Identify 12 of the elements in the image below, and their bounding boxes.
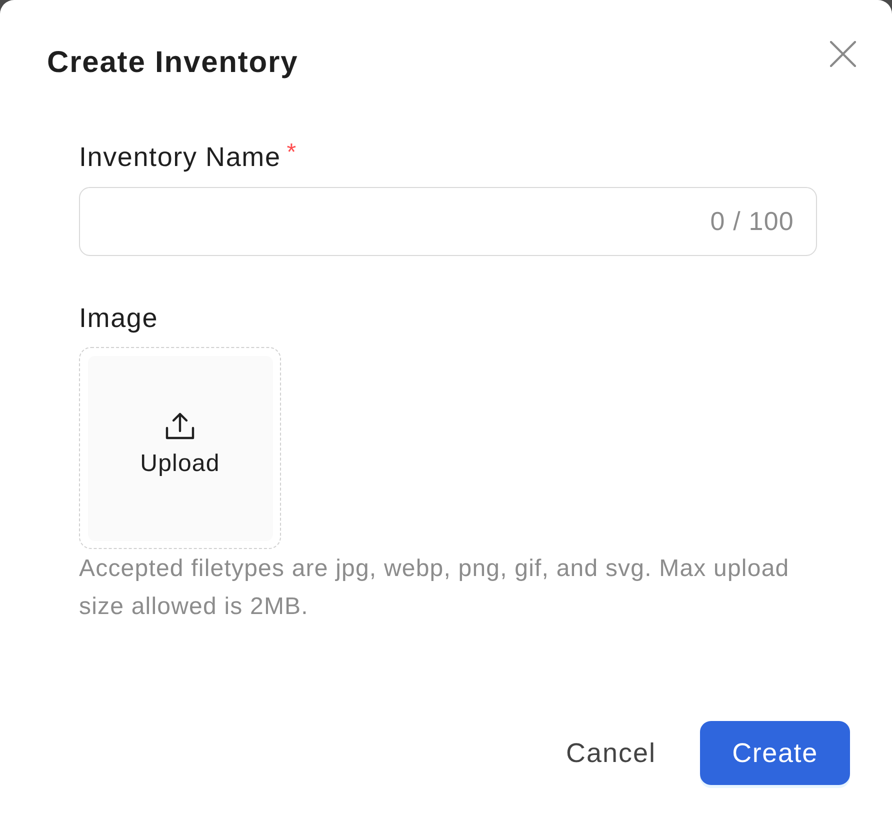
field-label: Image <box>79 302 158 334</box>
create-button[interactable]: Create <box>700 721 850 785</box>
help-text: Accepted filetypes are jpg, webp, png, gif, and svg. Max upload size allowed is 2MB. <box>79 554 790 622</box>
field-label: Inventory Name <box>79 141 281 173</box>
close-icon <box>830 41 856 67</box>
upload-button[interactable]: Upload <box>88 356 272 540</box>
dialog-title: Create Inventory <box>47 45 298 81</box>
required-asterisk: * <box>286 141 296 165</box>
upload-icon <box>165 412 195 440</box>
cancel-button[interactable]: Cancel <box>542 721 680 785</box>
close-button[interactable] <box>830 41 856 67</box>
character-counter: 0 / 100 <box>710 206 794 237</box>
